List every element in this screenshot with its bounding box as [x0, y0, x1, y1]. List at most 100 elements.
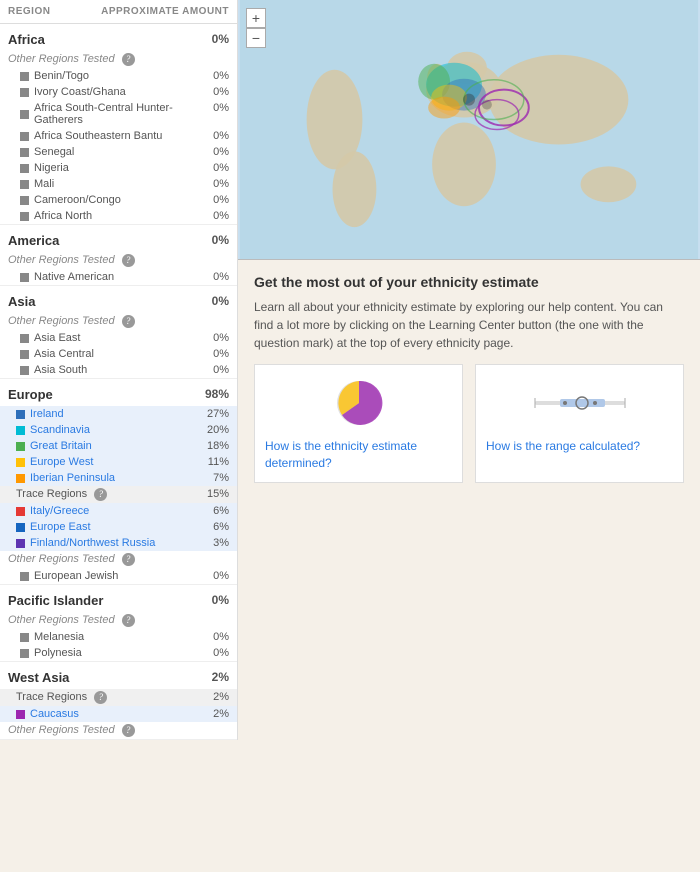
west-asia-trace-label: Trace Regions ?	[16, 691, 107, 704]
finland-russia-link[interactable]: Finland/Northwest Russia	[30, 537, 155, 549]
italy-greece-row[interactable]: Italy/Greece6%	[0, 503, 237, 519]
pacific-islander-title: Pacific Islander	[8, 593, 103, 608]
asia-pct: 0%	[212, 294, 229, 309]
west-asia-trace-row: Trace Regions ? 2%	[0, 689, 237, 706]
europe-west-link[interactable]: Europe West	[30, 456, 93, 468]
scandinavia-row[interactable]: Scandinavia20%	[0, 422, 237, 438]
pacific-islander-pct: 0%	[212, 593, 229, 608]
africa-north-row: Africa North0%	[0, 208, 237, 224]
africa-southeastern-row: Africa Southeastern Bantu0%	[0, 128, 237, 144]
europe-east-link[interactable]: Europe East	[30, 521, 91, 533]
europe-east-row[interactable]: Europe East6%	[0, 519, 237, 535]
america-other-tested: Other Regions Tested ?	[0, 252, 237, 269]
ireland-link[interactable]: Ireland	[30, 408, 64, 420]
info-title: Get the most out of your ethnicity estim…	[254, 274, 684, 290]
pacific-help-icon[interactable]: ?	[122, 614, 135, 627]
africa-south-central-row: Africa South-Central Hunter-Gatherers0%	[0, 100, 237, 128]
america-pct: 0%	[212, 233, 229, 248]
west-asia-trace-help-icon[interactable]: ?	[94, 691, 107, 704]
asia-east-row: Asia East0%	[0, 330, 237, 346]
africa-help-icon[interactable]: ?	[122, 53, 135, 66]
asia-other-tested: Other Regions Tested ?	[0, 313, 237, 330]
ivory-coast-row: Ivory Coast/Ghana0%	[0, 84, 237, 100]
info-text: Learn all about your ethnicity estimate …	[254, 298, 684, 352]
pie-chart-svg	[329, 375, 389, 430]
pacific-islander-header: Pacific Islander 0%	[0, 585, 237, 612]
info-cards: How is the ethnicity estimate determined…	[254, 364, 684, 483]
scandinavia-link[interactable]: Scandinavia	[30, 424, 90, 436]
zoom-out-button[interactable]: −	[246, 28, 266, 48]
europe-other-label: Other Regions Tested ?	[8, 553, 135, 566]
pacific-other-tested: Other Regions Tested ?	[0, 612, 237, 629]
ethnicity-estimate-card[interactable]: How is the ethnicity estimate determined…	[254, 364, 463, 483]
west-asia-other-label: Other Regions Tested ?	[8, 724, 135, 737]
west-asia-help-icon[interactable]: ?	[122, 724, 135, 737]
west-asia-pct: 2%	[212, 670, 229, 685]
pacific-islander-section: Pacific Islander 0% Other Regions Tested…	[0, 585, 237, 662]
europe-section: Europe 98% Ireland27% Scandinavia20% Gre…	[0, 379, 237, 585]
italy-greece-link[interactable]: Italy/Greece	[30, 505, 89, 517]
ireland-row[interactable]: Ireland27%	[0, 406, 237, 422]
trace-help-icon[interactable]: ?	[94, 488, 107, 501]
africa-header: Africa 0%	[0, 24, 237, 51]
asia-header: Asia 0%	[0, 286, 237, 313]
europe-pct: 98%	[205, 387, 229, 402]
europe-west-row[interactable]: Europe West11%	[0, 454, 237, 470]
iberian-peninsula-link[interactable]: Iberian Peninsula	[30, 472, 115, 484]
left-panel: Region Approximate Amount Africa 0% Othe…	[0, 0, 238, 740]
trace-label: Trace Regions ?	[16, 488, 107, 501]
nigeria-row: Nigeria0%	[0, 160, 237, 176]
asia-other-label: Other Regions Tested ?	[8, 315, 135, 328]
region-header-label: Region	[8, 6, 50, 17]
africa-pct: 0%	[212, 32, 229, 47]
africa-other-label: Other Regions Tested ?	[8, 53, 135, 66]
mali-row: Mali0%	[0, 176, 237, 192]
map-container[interactable]: + −	[238, 0, 700, 260]
asia-south-row: Asia South0%	[0, 362, 237, 378]
cameroon-congo-row: Cameroon/Congo0%	[0, 192, 237, 208]
europe-trace-row: Trace Regions ? 15%	[0, 486, 237, 503]
europe-title: Europe	[8, 387, 53, 402]
range-bar-image	[486, 375, 673, 430]
africa-other-tested: Other Regions Tested ?	[0, 51, 237, 68]
africa-title: Africa	[8, 32, 45, 47]
polynesia-row: Polynesia0%	[0, 645, 237, 661]
pacific-other-label: Other Regions Tested ?	[8, 614, 135, 627]
america-title: America	[8, 233, 59, 248]
europe-other-tested: Other Regions Tested ?	[0, 551, 237, 568]
finland-russia-row[interactable]: Finland/Northwest Russia3%	[0, 535, 237, 551]
info-section: Get the most out of your ethnicity estim…	[238, 260, 700, 497]
west-asia-section: West Asia 2% Trace Regions ? 2% Caucasus…	[0, 662, 237, 740]
west-asia-other-tested: Other Regions Tested ?	[0, 722, 237, 739]
america-help-icon[interactable]: ?	[122, 254, 135, 267]
america-section: America 0% Other Regions Tested ? Native…	[0, 225, 237, 286]
pie-chart-image	[265, 375, 452, 430]
amount-header-label: Approximate Amount	[101, 6, 229, 17]
asia-central-row: Asia Central0%	[0, 346, 237, 362]
european-jewish-row: European Jewish0%	[0, 568, 237, 584]
africa-section: Africa 0% Other Regions Tested ? Benin/T…	[0, 24, 237, 225]
great-britain-row[interactable]: Great Britain18%	[0, 438, 237, 454]
asia-help-icon[interactable]: ?	[122, 315, 135, 328]
senegal-row: Senegal0%	[0, 144, 237, 160]
america-other-label: Other Regions Tested ?	[8, 254, 135, 267]
caucasus-row[interactable]: Caucasus2%	[0, 706, 237, 722]
right-panel: + −	[238, 0, 700, 740]
zoom-in-button[interactable]: +	[246, 8, 266, 28]
caucasus-link[interactable]: Caucasus	[30, 708, 79, 720]
iberian-peninsula-row[interactable]: Iberian Peninsula7%	[0, 470, 237, 486]
asia-section: Asia 0% Other Regions Tested ? Asia East…	[0, 286, 237, 379]
range-bar-svg	[530, 388, 630, 418]
america-header: America 0%	[0, 225, 237, 252]
map-zoom-controls: + −	[246, 8, 266, 48]
asia-title: Asia	[8, 294, 35, 309]
range-calculated-card[interactable]: How is the range calculated?	[475, 364, 684, 483]
ethnicity-card-link[interactable]: How is the ethnicity estimate determined…	[265, 439, 417, 470]
west-asia-header: West Asia 2%	[0, 662, 237, 689]
world-map-svg	[238, 0, 700, 259]
range-card-link[interactable]: How is the range calculated?	[486, 439, 640, 453]
benin-togo-row: Benin/Togo0%	[0, 68, 237, 84]
great-britain-link[interactable]: Great Britain	[30, 440, 92, 452]
west-asia-title: West Asia	[8, 670, 69, 685]
europe-help-icon[interactable]: ?	[122, 553, 135, 566]
